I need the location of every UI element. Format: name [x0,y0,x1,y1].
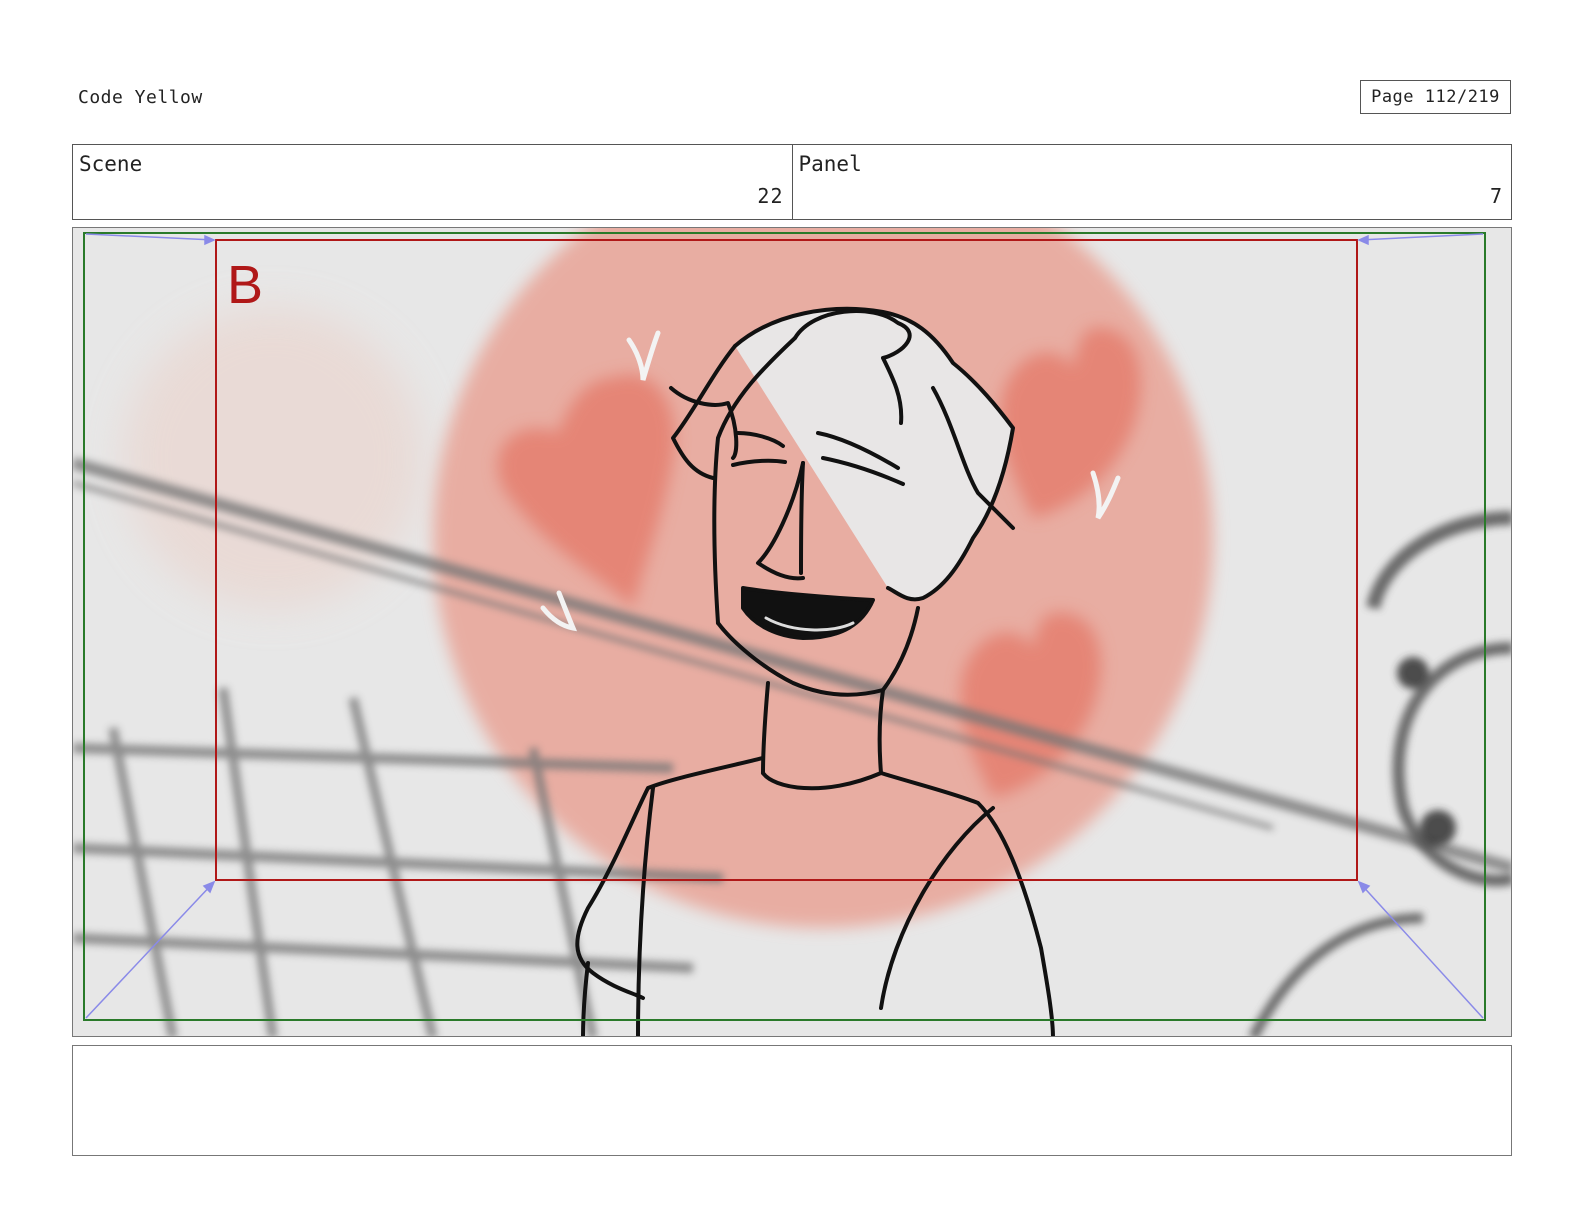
panel-label: Panel [798,152,862,176]
background-blob [123,308,423,608]
storyboard-frame: B [72,227,1512,1037]
scene-cell: Scene 22 [73,145,792,219]
scene-number: 22 [757,184,784,208]
frame-drawing [73,228,1511,1036]
frame-marker-label: B [227,255,264,315]
notes-box [72,1045,1512,1156]
scene-label: Scene [79,152,143,176]
scene-panel-row: Scene 22 Panel 7 [72,144,1512,220]
panel-cell: Panel 7 [791,145,1512,219]
panel-number: 7 [1489,184,1503,208]
page-number-box: Page 112/219 [1360,80,1511,114]
storyboard-title: Code Yellow [78,87,203,108]
